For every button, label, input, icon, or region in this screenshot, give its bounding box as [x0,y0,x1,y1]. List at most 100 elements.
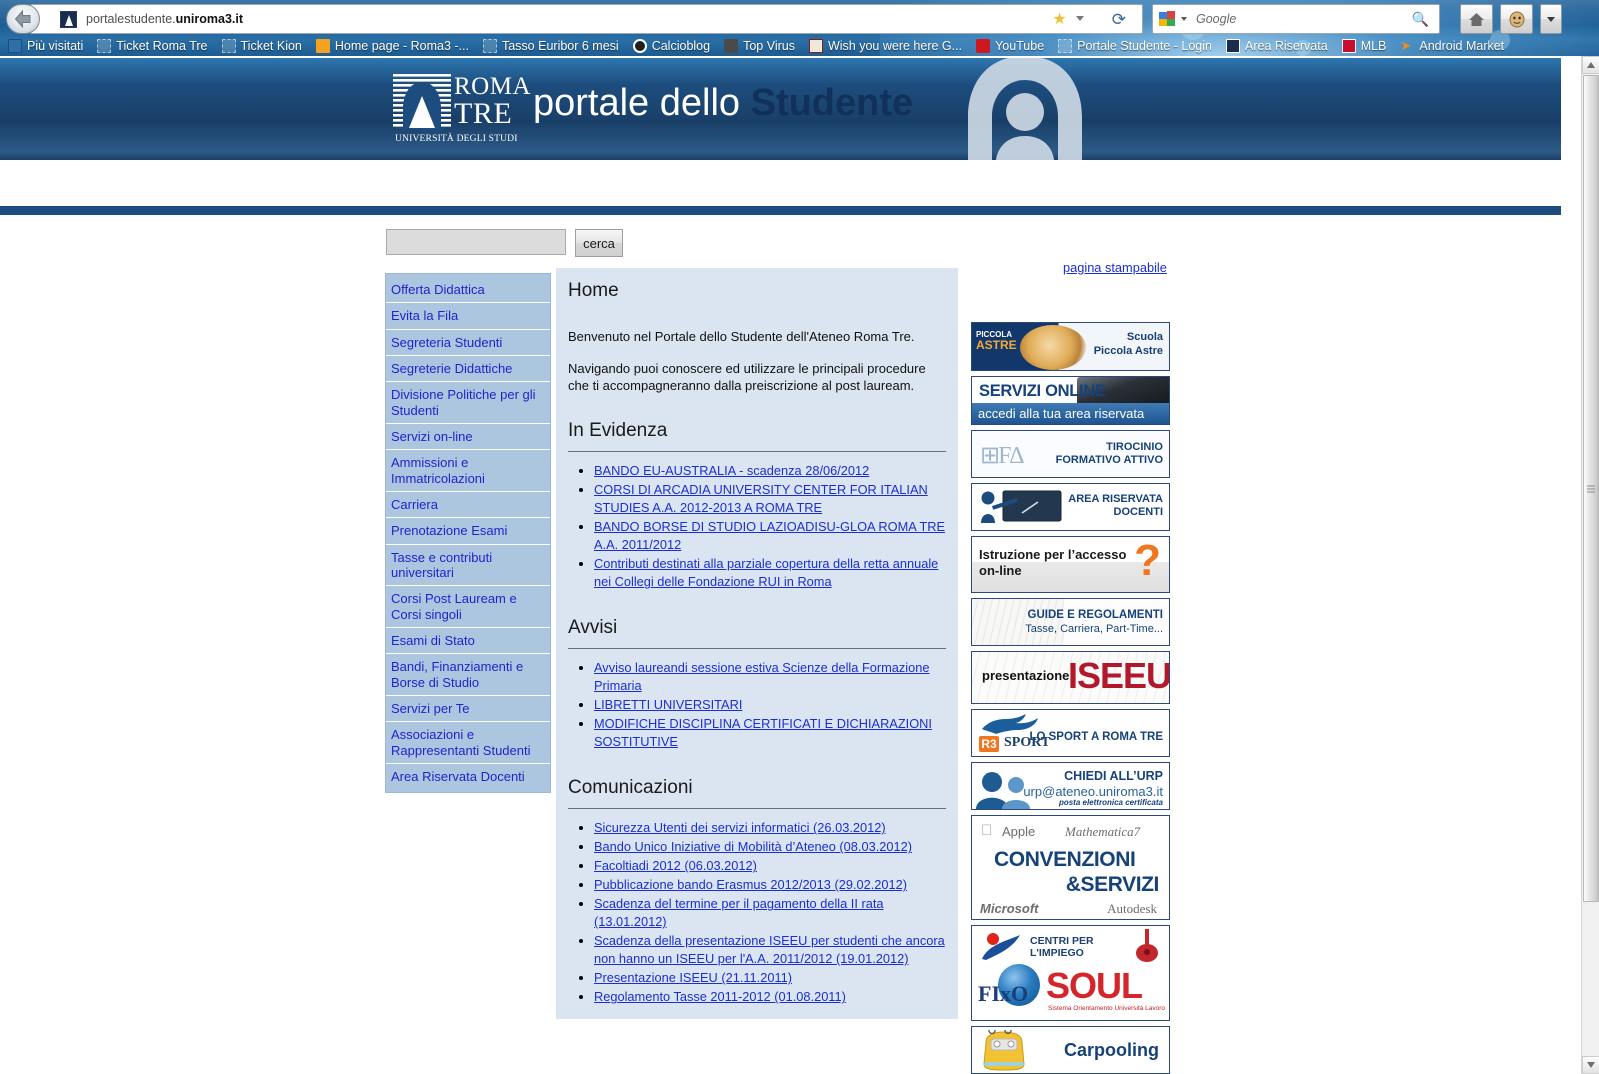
banner-sport[interactable]: R3 SPORT LO SPORT A ROMA TRE [971,709,1170,757]
comunicazioni-link[interactable]: Pubblicazione bando Erasmus 2012/2013 (2… [594,877,907,892]
reload-icon[interactable]: ⟳ [1112,10,1126,30]
sidebar-item-prenotazione-esami[interactable]: Prenotazione Esami [386,518,550,545]
printable-page-link[interactable]: pagina stampabile [1063,260,1167,275]
page-scrollbar[interactable] [1581,56,1599,1074]
bookmark-label: Tasso Euribor 6 mesi [501,39,619,53]
banner-line-1: AREA RISERVATA [1068,493,1163,505]
avvisi-link[interactable]: MODIFICHE DISCIPLINA CERTIFICATI E DICHI… [594,716,932,749]
sidebar-item-bandi-finanziamenti[interactable]: Bandi, Finanziamenti e Borse di Studio [386,654,550,696]
teacher-blackboard-icon [981,490,1062,523]
section-title-avvisi: Avvisi [568,617,618,639]
apple-icon:  [981,822,992,839]
bookmark-item[interactable]: Area Riservata [1226,39,1328,53]
chrome-overflow-button[interactable] [1540,4,1562,34]
scroll-up-arrow-icon[interactable] [1582,56,1599,74]
comunicazioni-link[interactable]: Sicurezza Utenti dei servizi informatici… [594,820,886,835]
sidebar-item-divisione-politiche[interactable]: Divisione Politiche per gli Studenti [386,382,550,424]
sidebar-item-associazioni[interactable]: Associazioni e Rappresentanti Studenti [386,722,550,764]
question-mark-icon: ? [1134,536,1161,585]
banner-istruzioni-accesso[interactable]: Istruzione per l’accesso on-line ? [971,536,1170,593]
sidebar-item-offerta-didattica[interactable]: Offerta Didattica [386,277,550,304]
bookmark-item[interactable]: Più visitati [8,39,83,53]
chevron-down-icon[interactable] [1181,17,1187,21]
scroll-down-arrow-icon[interactable] [1582,1056,1599,1074]
bookmark-item[interactable]: Ticket Roma Tre [97,39,208,53]
in-evidenza-link[interactable]: BANDO EU-AUSTRALIA - scadenza 28/06/2012 [594,463,869,478]
comunicazioni-link[interactable]: Presentazione ISEEU (21.11.2011) [594,970,792,985]
avvisi-link[interactable]: LIBRETTI UNIVERSITARI [594,697,742,712]
documents-background-icon [972,599,1064,645]
bookmark-item[interactable]: Top Virus [724,39,795,53]
sidebar-item-servizi-online[interactable]: Servizi on-line [386,424,550,451]
astre-swirl-icon [1020,325,1086,370]
bookmark-star-icon[interactable]: ★ [1051,11,1068,28]
bookmark-item[interactable]: Tasso Euribor 6 mesi [482,39,619,53]
blank-page-icon [221,39,236,53]
search-icon[interactable]: 🔍 [1412,11,1429,28]
bookmark-label: Wish you were here G... [827,39,963,53]
banner-guide-regolamenti[interactable]: GUIDE E REGOLAMENTI Tasse, Carriera, Par… [971,598,1170,646]
avvisi-link[interactable]: Avviso laureandi sessione estiva Scienze… [594,660,930,693]
banner-servizi-online[interactable]: SERVIZI ONLINE accedi alla tua area rise… [971,376,1170,425]
bookmark-item[interactable]: MLB [1341,39,1386,53]
in-evidenza-link[interactable]: CORSI DI ARCADIA UNIVERSITY CENTER FOR I… [594,482,928,515]
sidebar-item-area-riservata-docenti[interactable]: Area Riservata Docenti [386,764,550,789]
in-evidenza-link[interactable]: Contributi destinati alla parziale coper… [594,556,938,589]
in-evidenza-list: BANDO EU-AUSTRALIA - scadenza 28/06/2012… [568,462,946,591]
in-evidenza-link[interactable]: BANDO BORSE DI STUDIO LAZIOADISU-GLOA RO… [594,519,945,552]
search-input[interactable] [386,229,566,255]
sidebar-item-tasse-contributi[interactable]: Tasse e contributi universitari [386,545,550,587]
sidebar-item-servizi-per-te[interactable]: Servizi per Te [386,696,550,723]
roma3-arch-icon [1226,39,1240,53]
sidebar-item-segreteria-studenti[interactable]: Segreteria Studenti [386,330,550,356]
sidebar-item-corsi-post-lauream[interactable]: Corsi Post Lauream e Corsi singoli [386,586,550,628]
sidebar-item-carriera[interactable]: Carriera [386,492,550,519]
back-button[interactable] [6,4,40,34]
banner-iseeu[interactable]: presentazione ISEEU [971,651,1170,704]
profile-icon [1509,11,1524,27]
bookmark-item[interactable]: Home page - Roma3 -... [315,39,469,53]
bookmark-label: Home page - Roma3 -... [334,39,469,53]
site-search-area: cerca [386,229,623,257]
sidebar-item-evita-la-fila[interactable]: Evita la Fila [386,303,550,330]
r3-badge-icon: R3 [979,736,999,752]
search-input[interactable]: Google [1196,12,1236,26]
bookmark-item[interactable]: YouTube [976,39,1044,53]
comunicazioni-link[interactable]: Bando Unico Iniziative di Mobilità d’Ate… [594,839,912,854]
bookmark-item[interactable]: Wish you were here G... [808,39,963,53]
sidebar-item-ammissioni[interactable]: Ammissioni e Immatricolazioni [386,450,550,492]
bookmark-item[interactable]: Calcioblog [632,39,710,53]
banner-tfa[interactable]: ⊞F∆ TIROCINIO FORMATIVO ATTIVO [971,430,1170,478]
list-item: MODIFICHE DISCIPLINA CERTIFICATI E DICHI… [594,715,946,751]
banner-piccola-astre[interactable]: PICCOLA ASTRE Scuola Piccola Astre [971,322,1170,371]
banner-convenzioni-servizi[interactable]:  Apple Mathematica7 CONVENZIONI &SERVIZ… [971,815,1170,920]
comunicazioni-link[interactable]: Regolamento Tasse 2011-2012 (01.08.2011) [594,989,846,1004]
bookmark-label: Top Virus [743,39,795,53]
search-bar[interactable]: Google 🔍 [1152,4,1440,34]
home-button[interactable] [1460,4,1493,34]
bookmark-item[interactable]: Ticket Kion [221,39,302,53]
banner-soul[interactable]: CENTRI PER L'IMPIEGO FIxO SOUL Sistema O… [971,925,1170,1021]
banner-area-riservata-docenti[interactable]: AREA RISERVATA DOCENTI [971,483,1170,531]
sidebar-item-esami-di-stato[interactable]: Esami di Stato [386,628,550,655]
comunicazioni-link[interactable]: Facoltiadi 2012 (06.03.2012) [594,858,757,873]
centri-impiego-icon [982,933,1020,960]
bookmark-item[interactable]: ➤ Android Market [1400,39,1504,53]
site-title: portale dello Studente [533,84,913,122]
search-button[interactable]: cerca [575,229,623,257]
profile-button[interactable] [1500,4,1533,34]
banner-carpooling[interactable]: Carpooling [971,1026,1170,1074]
comunicazioni-link[interactable]: Scadenza della presentazione ISEEU per s… [594,933,945,966]
banner-line-1: LO SPORT A ROMA TRE [1029,731,1163,743]
sidebar-item-segreterie-didattiche[interactable]: Segreterie Didattiche [386,356,550,383]
bookmark-item[interactable]: Portale Studente - Login [1058,39,1212,53]
header-divider [0,206,1561,215]
url-bar[interactable]: portalestudente.uniroma3.it ★ ⟳ [30,4,1143,34]
banner-chiedi-urp[interactable]: CHIEDI ALL’URP urp@ateneo.uniroma3.it po… [971,762,1170,810]
roma-tre-arch-logo-icon [393,74,451,130]
comunicazioni-link[interactable]: Scadenza del termine per il pagamento de… [594,896,884,929]
banner-line-2: DOCENTI [1113,506,1164,518]
chevron-down-icon[interactable] [1076,16,1084,21]
banner-line-1: CHIEDI ALL’URP [1064,769,1163,783]
scrollbar-thumb[interactable] [1583,75,1599,902]
